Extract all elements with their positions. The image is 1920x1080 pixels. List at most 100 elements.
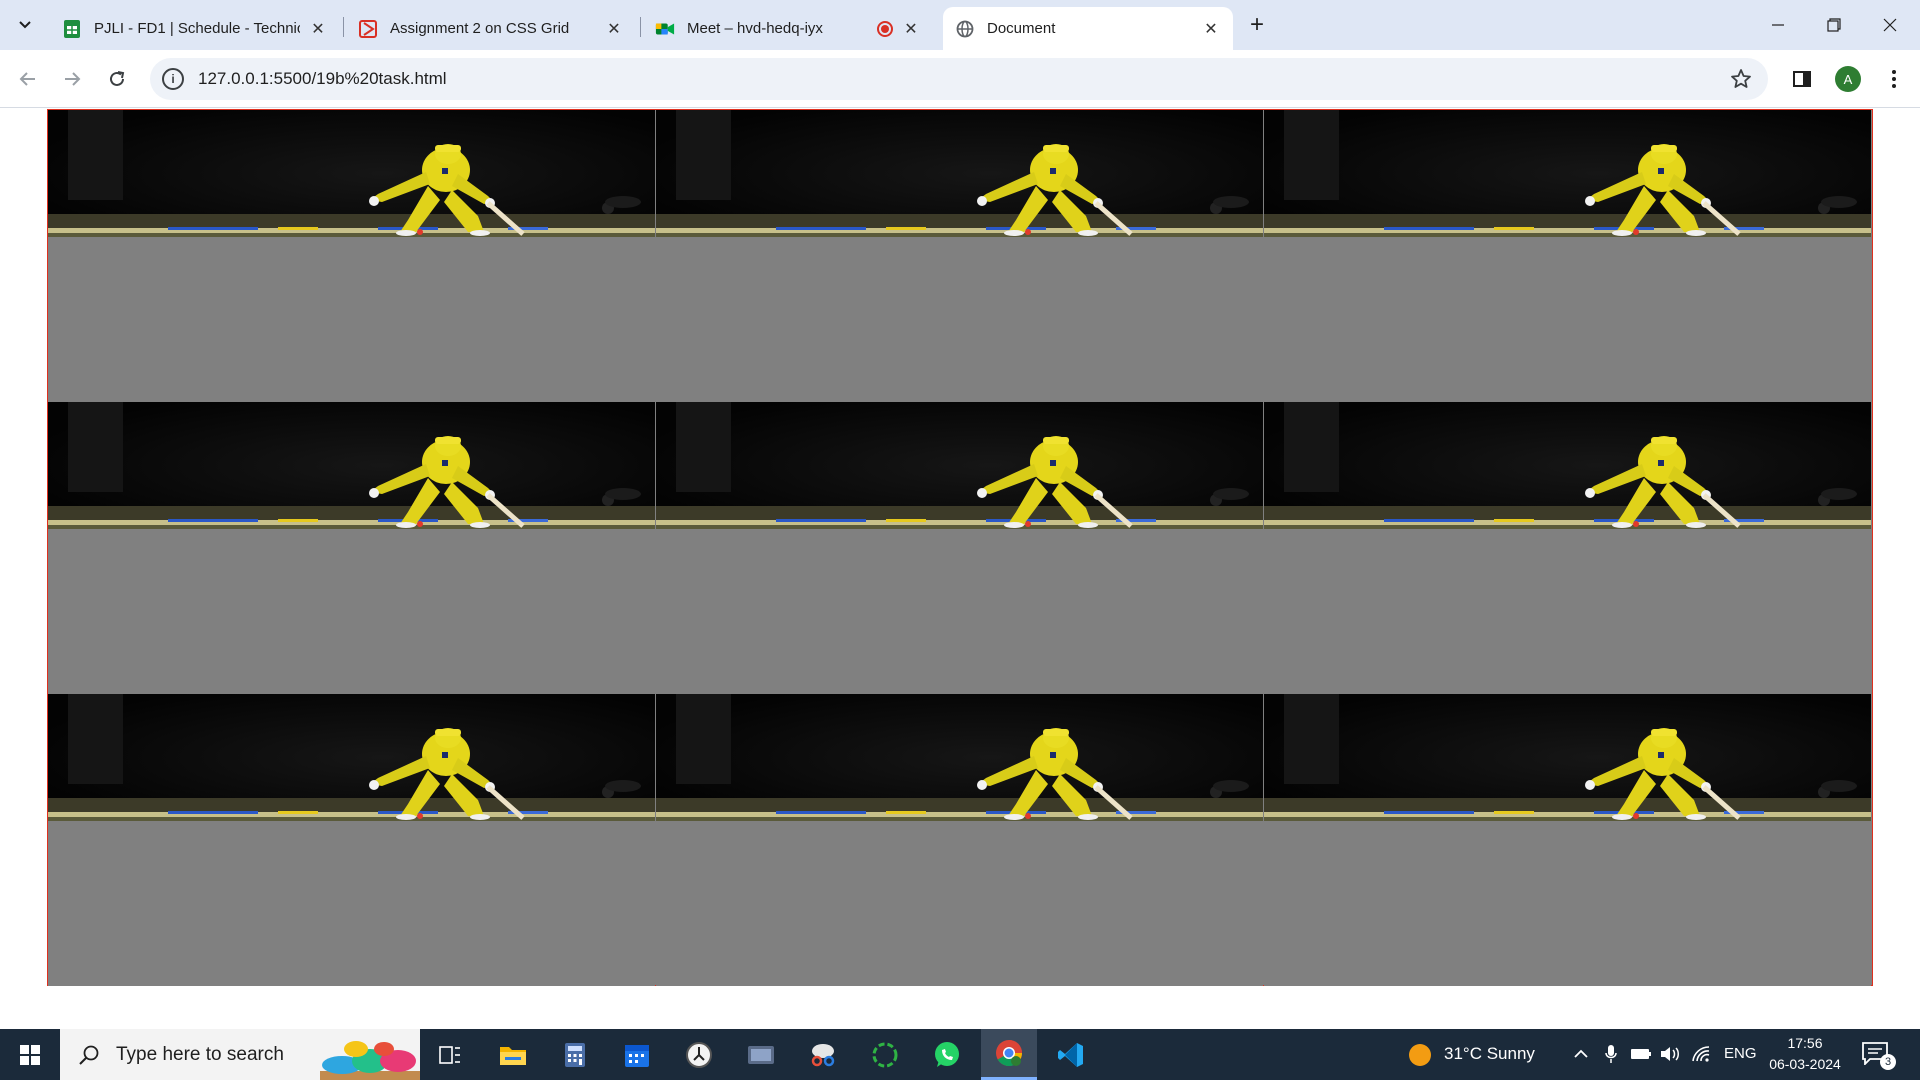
new-tab-button[interactable]: + <box>1242 10 1272 40</box>
recording-icon <box>877 20 893 37</box>
start-button[interactable] <box>0 1029 60 1080</box>
close-icon <box>1883 18 1897 32</box>
close-window-button[interactable] <box>1862 0 1918 50</box>
media-app-button[interactable] <box>733 1029 789 1080</box>
cricket-player-image <box>1264 694 1871 821</box>
calculator-button[interactable] <box>547 1029 603 1080</box>
globe-icon <box>955 19 975 39</box>
speaker-icon[interactable] <box>1660 1043 1682 1065</box>
tab-sheets[interactable]: PJLI - FD1 | Schedule - Technical ✕ <box>50 7 340 50</box>
tab-strip: PJLI - FD1 | Schedule - Technical ✕ Assi… <box>0 0 1920 50</box>
close-icon[interactable]: ✕ <box>901 19 921 39</box>
scissors-icon <box>811 1043 835 1066</box>
wifi-icon[interactable] <box>1690 1043 1712 1065</box>
snipping-tool-button[interactable] <box>795 1029 851 1080</box>
tab-title: Document <box>987 20 1056 37</box>
grid-cell <box>1264 110 1871 402</box>
google-meet-icon <box>655 19 675 39</box>
whatsapp-button[interactable] <box>919 1029 975 1080</box>
sync-app-button[interactable] <box>857 1029 913 1080</box>
restore-icon <box>1827 18 1841 32</box>
grid-cell <box>656 110 1263 402</box>
grid-cell <box>1264 402 1871 694</box>
search-placeholder: Type here to search <box>116 1043 284 1065</box>
calendar-icon <box>625 1044 649 1067</box>
side-panel-icon <box>1793 71 1811 87</box>
windows-taskbar: Type here to search 31°C Sunny ENG 17:56… <box>0 1029 1920 1080</box>
kebab-menu-icon <box>1892 70 1896 88</box>
grid-cell <box>656 402 1263 694</box>
sync-icon <box>872 1042 898 1067</box>
whatsapp-icon <box>935 1041 959 1067</box>
language-indicator[interactable]: ENG <box>1724 1045 1757 1062</box>
close-icon[interactable]: ✕ <box>604 19 624 39</box>
cricket-player-image <box>48 694 655 821</box>
minimize-icon <box>1772 24 1784 26</box>
chrome-button[interactable] <box>981 1029 1037 1080</box>
taskbar-search[interactable]: Type here to search <box>60 1029 420 1080</box>
microphone-icon[interactable] <box>1600 1043 1622 1065</box>
page-viewport <box>0 108 1920 1029</box>
restore-button[interactable] <box>1806 0 1862 50</box>
tab-title: PJLI - FD1 | Schedule - Technical <box>94 20 300 37</box>
plus-icon: + <box>1249 11 1264 38</box>
battery-icon[interactable] <box>1630 1043 1652 1065</box>
notification-count-badge: 3 <box>1880 1054 1896 1070</box>
tab-search-button[interactable] <box>10 10 40 40</box>
clock[interactable]: 17:56 06-03-2024 <box>1760 1033 1850 1075</box>
cricket-player-image <box>656 694 1263 821</box>
search-icon <box>79 1045 99 1065</box>
clock-date: 06-03-2024 <box>1769 1056 1841 1072</box>
tab-separator <box>343 17 344 37</box>
task-view-button[interactable] <box>422 1029 478 1080</box>
site-info-icon[interactable]: i <box>162 68 184 90</box>
clock-app-button[interactable] <box>671 1029 727 1080</box>
cricket-player-image <box>656 402 1263 529</box>
grid-cell <box>48 402 655 694</box>
cricket-player-image <box>656 110 1263 237</box>
browser-toolbar: i 127.0.0.1:5500/19b%20task.html A <box>0 50 1920 108</box>
back-button[interactable] <box>12 63 44 95</box>
chrome-icon <box>996 1040 1023 1067</box>
close-icon[interactable]: ✕ <box>1201 19 1221 39</box>
windows-logo-icon <box>20 1044 40 1065</box>
classroom-icon <box>358 19 378 39</box>
screen-recorder-icon <box>748 1045 774 1064</box>
folder-icon <box>500 1046 526 1065</box>
calendar-button[interactable] <box>609 1029 665 1080</box>
file-explorer-button[interactable] <box>485 1029 541 1080</box>
tab-separator <box>640 17 641 37</box>
cricket-player-image <box>1264 402 1871 529</box>
reload-button[interactable] <box>101 63 133 95</box>
minimize-button[interactable] <box>1750 0 1806 50</box>
tab-title: Assignment 2 on CSS Grid <box>390 20 570 37</box>
forward-button[interactable] <box>56 63 88 95</box>
avatar: A <box>1835 66 1861 92</box>
profile-button[interactable]: A <box>1832 63 1864 95</box>
close-icon[interactable]: ✕ <box>308 19 328 39</box>
chevron-down-icon <box>19 21 31 29</box>
cricket-player-image <box>1264 110 1871 237</box>
address-bar[interactable]: i 127.0.0.1:5500/19b%20task.html <box>150 58 1768 100</box>
tab-document[interactable]: Document ✕ <box>943 7 1233 50</box>
notification-center-button[interactable]: 3 <box>1862 1041 1896 1071</box>
bookmark-star-icon[interactable] <box>1730 68 1752 90</box>
arrow-right-icon <box>65 72 81 86</box>
url-text[interactable]: 127.0.0.1:5500/19b%20task.html <box>198 69 447 89</box>
reload-icon <box>110 71 125 86</box>
clock-time: 17:56 <box>1787 1035 1823 1051</box>
vscode-icon <box>1058 1042 1083 1067</box>
cricket-player-image <box>48 402 655 529</box>
tab-assignment[interactable]: Assignment 2 on CSS Grid ✕ <box>346 7 636 50</box>
cricket-player-image <box>48 110 655 237</box>
grid-cell <box>656 694 1263 986</box>
weather-sun-icon <box>1409 1044 1431 1066</box>
chevron-up-icon[interactable] <box>1570 1043 1592 1065</box>
weather-text[interactable]: 31°C Sunny <box>1444 1044 1535 1064</box>
menu-button[interactable] <box>1878 63 1910 95</box>
grid-cell <box>1264 694 1871 986</box>
clock-icon <box>686 1041 712 1068</box>
vscode-button[interactable] <box>1043 1029 1099 1080</box>
side-panel-button[interactable] <box>1786 63 1818 95</box>
tab-meet[interactable]: Meet – hvd-hedq-iyx ✕ <box>643 7 933 50</box>
